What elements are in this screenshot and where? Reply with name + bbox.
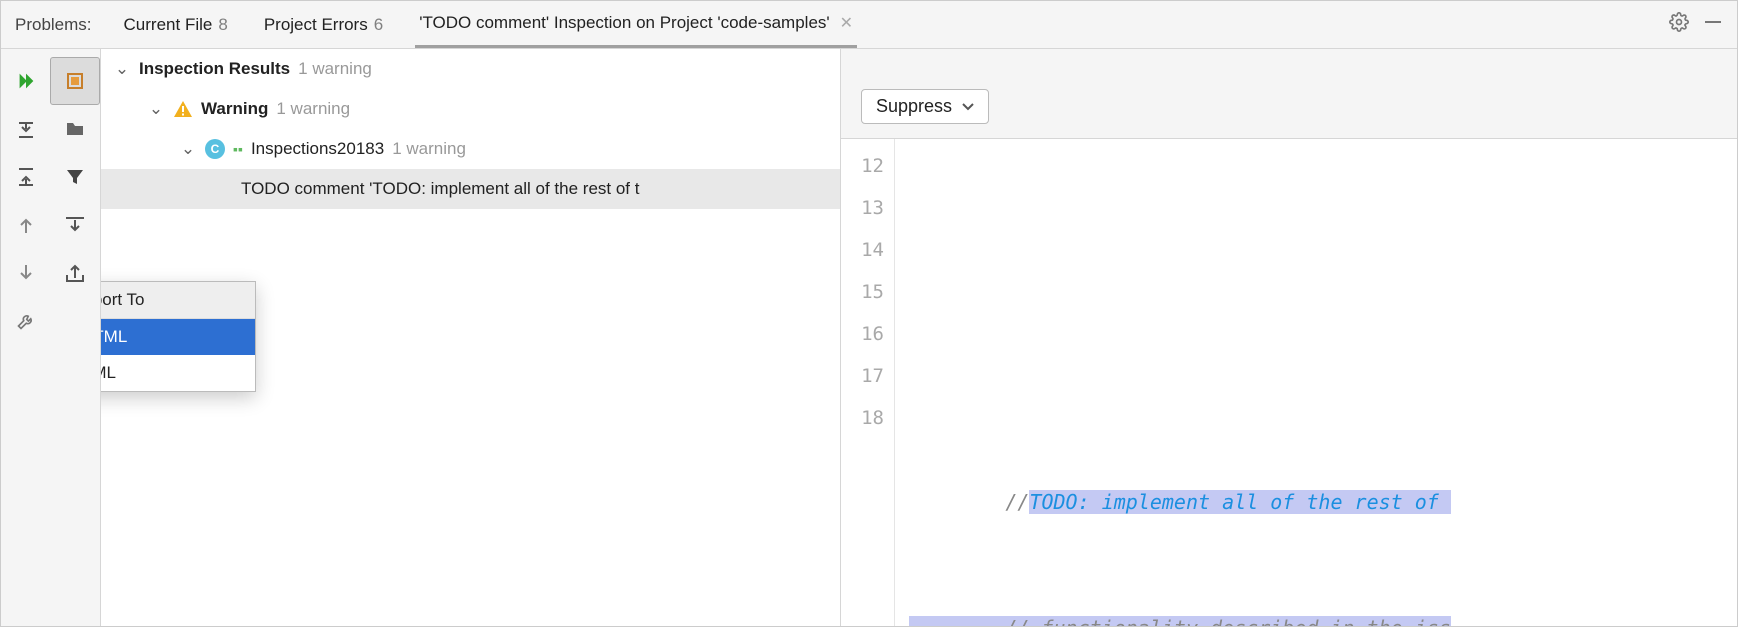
chevron-down-icon	[962, 96, 974, 117]
chevron-down-icon[interactable]: ⌄	[147, 99, 165, 119]
code-line: // functionality described in the iss	[895, 607, 1737, 626]
popup-item-html[interactable]: HTML	[101, 319, 255, 355]
close-icon[interactable]: ✕	[840, 13, 853, 33]
suppress-label: Suppress	[876, 96, 952, 117]
tree-root[interactable]: ⌄ Inspection Results 1 warning	[101, 49, 840, 89]
tree-item-todo[interactable]: TODO comment 'TODO: implement all of the…	[101, 169, 840, 209]
tree-root-title: Inspection Results	[139, 59, 290, 79]
expand-all-icon[interactable]	[1, 105, 51, 153]
tab-project-errors[interactable]: Project Errors 6	[260, 1, 387, 48]
chevron-down-icon[interactable]: ⌄	[179, 139, 197, 159]
tree-module-count: 1 warning	[392, 139, 466, 159]
line-number: 14	[841, 229, 884, 271]
tree-warning-title: Warning	[201, 99, 268, 119]
tree-module-title: Inspections20183	[251, 139, 384, 159]
export-icon[interactable]	[51, 249, 101, 297]
popup-item-xml[interactable]: XML	[101, 355, 255, 391]
folder-icon[interactable]	[51, 105, 101, 153]
class-icon: C	[205, 139, 225, 159]
line-number: 17	[841, 355, 884, 397]
code-line	[895, 355, 1737, 397]
comment-prefix: //	[1005, 490, 1029, 514]
line-number: 15	[841, 271, 884, 313]
tree-module[interactable]: ⌄ C ▪▪ Inspections20183 1 warning	[101, 129, 840, 169]
next-icon[interactable]	[1, 249, 51, 297]
line-number: 18	[841, 397, 884, 439]
toolstrip	[1, 49, 101, 626]
prev-icon[interactable]	[1, 201, 51, 249]
main-area: ⌄ Inspection Results 1 warning ⌄ Warning…	[1, 49, 1737, 626]
module-icon: ▪▪	[233, 141, 243, 157]
problems-title: Problems:	[15, 15, 92, 35]
export-popup: Export To HTML XML	[101, 281, 256, 392]
code-preview: 12 13 14 15 16 17 18 //TODO: implement a…	[841, 139, 1737, 626]
import-icon[interactable]	[51, 201, 101, 249]
tab-label: 'TODO comment' Inspection on Project 'co…	[419, 13, 829, 33]
problems-tabbar: Problems: Current File 8 Project Errors …	[1, 1, 1737, 49]
collapse-all-icon[interactable]	[1, 153, 51, 201]
highlight-icon[interactable]	[50, 57, 100, 105]
code-line: //TODO: implement all of the rest of	[895, 481, 1737, 523]
tree-warning-count: 1 warning	[276, 99, 350, 119]
chevron-down-icon[interactable]: ⌄	[113, 59, 131, 79]
todo-text: TODO: implement all of the rest of	[1029, 490, 1450, 514]
tab-inspection-todo[interactable]: 'TODO comment' Inspection on Project 'co…	[415, 1, 857, 48]
tree-item-label: TODO comment 'TODO: implement all of the…	[241, 179, 639, 199]
code-line	[895, 229, 1737, 271]
comment-text: // functionality described in the iss	[1005, 616, 1451, 626]
inspection-tree: ⌄ Inspection Results 1 warning ⌄ Warning…	[101, 49, 841, 626]
tab-current-file[interactable]: Current File 8	[120, 1, 232, 48]
tab-label: Project Errors	[264, 15, 368, 35]
line-number: 16	[841, 313, 884, 355]
empty-slot	[51, 297, 101, 345]
rerun-icon[interactable]	[1, 57, 50, 105]
gear-icon[interactable]	[1669, 12, 1689, 37]
line-number: 12	[841, 145, 884, 187]
code-body[interactable]: //TODO: implement all of the rest of // …	[895, 139, 1737, 626]
tab-label: Current File	[124, 15, 213, 35]
warning-icon	[173, 99, 193, 119]
popup-title: Export To	[101, 282, 255, 319]
minimize-icon[interactable]	[1703, 12, 1723, 37]
preview-toolbar: Suppress	[841, 49, 1737, 139]
tree-warning[interactable]: ⌄ Warning 1 warning	[101, 89, 840, 129]
tab-count: 6	[374, 15, 383, 35]
tree-root-count: 1 warning	[298, 59, 372, 79]
suppress-button[interactable]: Suppress	[861, 89, 989, 124]
line-number: 13	[841, 187, 884, 229]
preview-pane: Suppress 12 13 14 15 16 17 18 //TODO: im…	[841, 49, 1737, 626]
filter-icon[interactable]	[51, 153, 101, 201]
tab-count: 8	[218, 15, 227, 35]
wrench-icon[interactable]	[1, 297, 51, 345]
gutter: 12 13 14 15 16 17 18	[841, 139, 895, 626]
